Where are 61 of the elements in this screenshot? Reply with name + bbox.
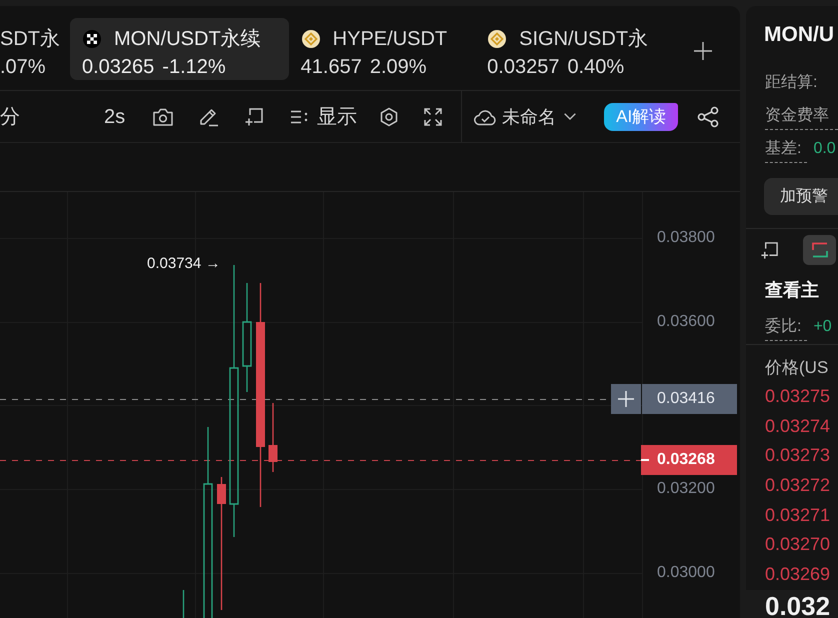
split-bars-icon <box>810 241 828 259</box>
plus-icon <box>618 391 634 407</box>
add-alert-button[interactable] <box>244 106 264 126</box>
market-tab[interactable]: MON/USDT永续 0.03265 -1.12% <box>70 18 289 80</box>
order-book-layout-button[interactable] <box>803 235 836 265</box>
settings-button[interactable] <box>379 106 400 126</box>
last-price-label: 0.03268 <box>641 445 737 475</box>
chevron-down-icon <box>564 113 576 120</box>
pencil-icon <box>199 106 220 126</box>
display-button[interactable]: 显示 <box>290 104 358 128</box>
price-column-header: 价格(US <box>765 358 828 378</box>
market-tab[interactable]: SDT永 .07% <box>0 18 70 80</box>
ask-price: 0.03272 <box>765 474 830 496</box>
screenshot-button[interactable] <box>153 108 174 126</box>
high-price-label: 0.03734 → <box>147 254 220 274</box>
square-plus-icon <box>760 240 779 260</box>
expand-icon <box>424 108 442 126</box>
share-button[interactable] <box>697 106 720 128</box>
bid-ask-ratio-label: 委比: <box>765 317 808 341</box>
share-icon <box>697 106 720 128</box>
settings-icon <box>379 106 400 126</box>
funding-rate-label: 资金费率 <box>765 106 838 130</box>
checker-logo-icon <box>83 30 101 48</box>
ask-price: 0.03273 <box>765 444 830 466</box>
market-tab[interactable]: HYPE/USDT 41.657 2.09% <box>288 18 476 80</box>
interval-button[interactable]: 分 <box>0 104 20 128</box>
plus-icon <box>694 42 712 60</box>
candlestick <box>268 403 278 472</box>
basis-label: 基差: <box>765 139 808 163</box>
list-icon <box>290 108 308 124</box>
ask-price: 0.03271 <box>765 504 830 526</box>
draw-button[interactable] <box>199 106 220 126</box>
template-dropdown[interactable]: 未命名 <box>473 104 576 128</box>
square-plus-icon <box>244 106 264 126</box>
add-tab-button[interactable] <box>694 42 712 60</box>
axis-price-label: 0.03000 <box>657 563 715 583</box>
contract-title: MON/U <box>764 22 834 48</box>
axis-price-label: 0.03200 <box>657 479 715 499</box>
axis-price-label: 0.03800 <box>657 228 715 248</box>
add-alert-button[interactable] <box>760 240 779 260</box>
order-book-title: 查看主 <box>765 279 819 301</box>
basis-value: 0.0 <box>813 138 836 158</box>
coin-icon <box>488 30 506 48</box>
settlement-label: 距结算: <box>765 72 818 92</box>
ask-price: 0.03275 <box>765 384 830 407</box>
market-tab[interactable]: SIGN/USDT永 0.03257 0.40% <box>475 18 676 80</box>
coin-icon <box>302 30 320 48</box>
candlestick <box>182 590 184 618</box>
crosshair-price-label: 0.03416 <box>642 384 737 414</box>
last-price: 0.032 <box>765 594 830 618</box>
ask-price: 0.03270 <box>765 533 830 556</box>
ask-price: 0.03269 <box>765 562 830 585</box>
cloud-check-icon <box>473 108 498 126</box>
add-alert-button[interactable]: 加预警 <box>764 178 838 215</box>
ask-price: 0.03274 <box>765 414 830 437</box>
axis-price-label: 0.03600 <box>657 312 715 332</box>
ratio-value: +0 <box>813 316 832 336</box>
refresh-button[interactable]: 2s <box>104 104 126 128</box>
fullscreen-button[interactable] <box>424 108 442 126</box>
add-price-alert-button[interactable] <box>611 384 641 414</box>
camera-icon <box>153 108 174 126</box>
